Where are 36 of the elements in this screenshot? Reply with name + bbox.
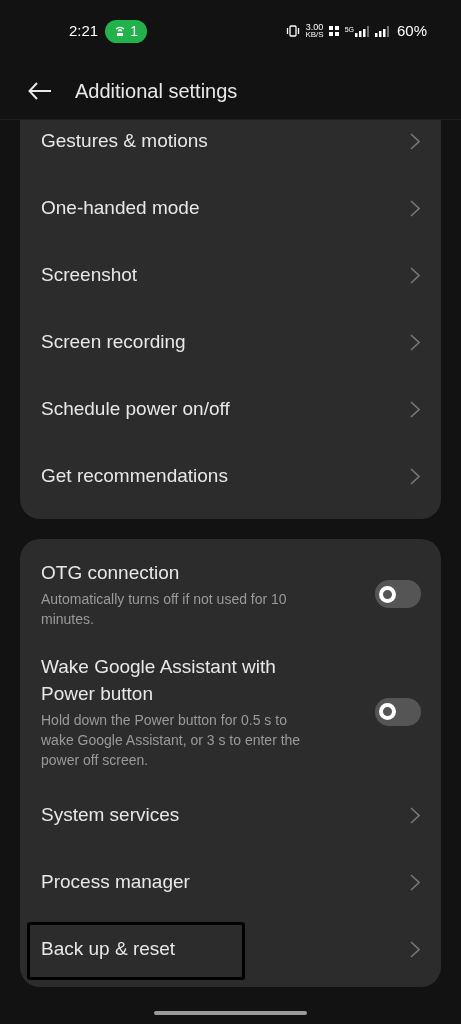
hotspot-icon <box>114 25 127 37</box>
toggle-switch[interactable] <box>375 580 421 608</box>
settings-item[interactable]: Screenshot <box>20 242 441 309</box>
page-title: Additional settings <box>75 78 238 104</box>
battery-level: 60% <box>396 20 427 41</box>
chevron-icon <box>410 941 420 958</box>
settings-item[interactable]: Schedule power on/off <box>20 376 441 443</box>
item-title: OTG connection <box>41 561 181 585</box>
hotspot-badge: 1 <box>105 19 147 43</box>
signal-icon <box>354 25 369 37</box>
item-title: Wake Google Assistant with Power button <box>41 655 277 706</box>
chevron-icon <box>410 874 420 891</box>
chevron-icon <box>410 807 420 824</box>
signal-icon <box>373 25 390 37</box>
toggle-switch[interactable] <box>375 697 421 726</box>
settings-item[interactable]: Back up & reset <box>20 916 441 983</box>
settings-item[interactable]: Get recommendations <box>20 443 441 510</box>
speed-value: 3.00 <box>305 24 324 31</box>
chevron-icon <box>410 401 420 418</box>
vibrate-icon <box>286 25 301 37</box>
settings-item[interactable]: OTG connection Automatically turns off if not used for 10 minutes. <box>20 547 441 641</box>
item-description: Automatically turns off if not used for 10 minutes. <box>41 590 288 629</box>
settings-item[interactable]: Wake Google Assistant with Power button Hold down the Power button for 0.5 s to wake Google Assistant, or 3 s to enter the power off screen. <box>20 641 441 782</box>
settings-item[interactable]: Gestures & motions <box>20 120 441 175</box>
chevron-icon <box>410 200 420 217</box>
settings-item[interactable]: One-handed mode <box>20 175 441 242</box>
settings-item[interactable]: System services <box>20 782 441 849</box>
chevron-icon <box>410 133 420 150</box>
settings-item[interactable]: Process manager <box>20 849 441 916</box>
chevron-icon <box>410 468 420 485</box>
speed-unit: KB/S <box>305 31 324 38</box>
chevron-icon <box>410 334 420 351</box>
chevron-icon <box>410 267 420 284</box>
item-description: Hold down the Power button for 0.5 s to wake Google Assistant, or 3 s to enter the power off screen. <box>41 711 302 770</box>
clock-time: 2:21 <box>69 20 99 41</box>
settings-item[interactable]: Screen recording <box>20 309 441 376</box>
